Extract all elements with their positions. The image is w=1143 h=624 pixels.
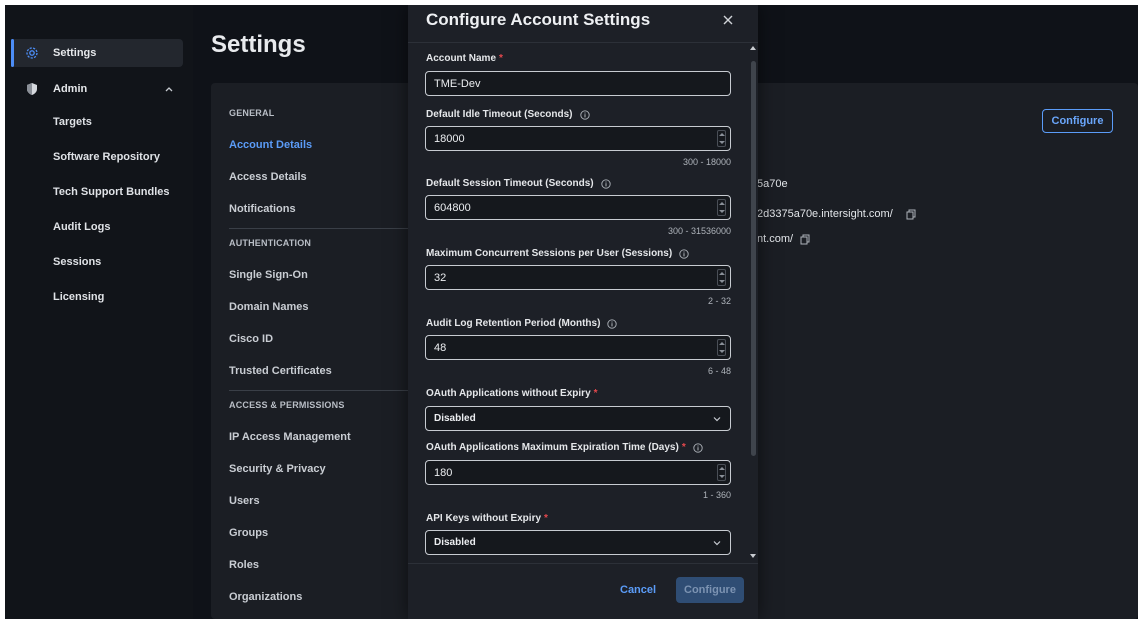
- dialog-body: Account Name * TME-Dev Default Idle Timeo…: [408, 42, 758, 564]
- nav-item-account-details[interactable]: Account Details: [229, 139, 312, 151]
- nav-item-trusted-certificates[interactable]: Trusted Certificates: [229, 365, 332, 377]
- app-window: Settings Admin Targets Software Reposito…: [5, 5, 1138, 619]
- number-stepper[interactable]: [717, 199, 726, 216]
- sidebar-item-sessions[interactable]: Sessions: [53, 256, 101, 268]
- nav-item-roles[interactable]: Roles: [229, 559, 259, 571]
- shield-icon: [27, 83, 37, 95]
- max-sessions-label: Maximum Concurrent Sessions per User (Se…: [426, 248, 689, 259]
- api-keys-no-expiry-label: API Keys without Expiry *: [426, 513, 548, 524]
- copy-icon[interactable]: [800, 234, 810, 245]
- oauth-no-expiry-label: OAuth Applications without Expiry *: [426, 388, 598, 399]
- nav-section-authentication: AUTHENTICATION: [229, 238, 312, 248]
- nav-divider: [229, 228, 409, 229]
- configure-button[interactable]: Configure: [1042, 109, 1113, 133]
- nav-item-domain-names[interactable]: Domain Names: [229, 301, 308, 313]
- sidebar-item-admin[interactable]: Admin: [11, 75, 183, 103]
- oauth-max-exp-range: 1 - 360: [702, 490, 731, 500]
- idle-timeout-input[interactable]: 18000: [425, 126, 731, 151]
- chevron-down-icon: [713, 417, 721, 422]
- number-stepper[interactable]: [717, 339, 726, 356]
- oauth-max-exp-label: OAuth Applications Maximum Expiration Ti…: [426, 442, 703, 453]
- configure-submit-button[interactable]: Configure: [676, 577, 744, 603]
- nav-item-single-sign-on[interactable]: Single Sign-On: [229, 269, 308, 281]
- number-stepper[interactable]: [717, 130, 726, 147]
- oauth-no-expiry-select[interactable]: Disabled: [425, 406, 731, 431]
- info-icon[interactable]: [600, 178, 611, 189]
- account-name-input[interactable]: TME-Dev: [425, 71, 731, 96]
- sidebar-item-settings[interactable]: Settings: [11, 39, 183, 67]
- sidebar-item-tech-support-bundles[interactable]: Tech Support Bundles: [53, 186, 170, 198]
- required-marker: *: [593, 388, 598, 399]
- session-timeout-label: Default Session Timeout (Seconds): [426, 178, 611, 189]
- cancel-button[interactable]: Cancel: [620, 584, 656, 596]
- login-url-value: nt.com/: [757, 233, 794, 245]
- chevron-down-icon: [713, 541, 721, 546]
- scroll-up-arrow[interactable]: [750, 46, 756, 50]
- number-stepper[interactable]: [717, 464, 726, 481]
- audit-retention-input[interactable]: 48: [425, 335, 731, 360]
- nav-item-users[interactable]: Users: [229, 495, 260, 507]
- api-keys-no-expiry-select[interactable]: Disabled: [425, 530, 731, 555]
- copy-icon[interactable]: [906, 209, 916, 220]
- scroll-down-arrow[interactable]: [750, 554, 756, 558]
- sidebar-item-label: Settings: [53, 47, 97, 59]
- nav-item-access-details[interactable]: Access Details: [229, 171, 307, 183]
- audit-retention-label: Audit Log Retention Period (Months): [426, 318, 618, 329]
- nav-section-access-permissions: ACCESS & PERMISSIONS: [229, 400, 345, 410]
- nav-item-organizations[interactable]: Organizations: [229, 591, 302, 603]
- info-icon[interactable]: [607, 318, 618, 329]
- configure-account-dialog: Configure Account Settings Account Name *…: [408, 5, 758, 619]
- sidebar-item-audit-logs[interactable]: Audit Logs: [53, 221, 110, 233]
- info-icon[interactable]: [693, 442, 703, 453]
- info-icon[interactable]: [679, 248, 689, 259]
- number-stepper[interactable]: [717, 269, 726, 286]
- required-marker: *: [499, 53, 503, 64]
- page-title: Settings: [211, 31, 306, 58]
- sidebar-item-software-repository[interactable]: Software Repository: [53, 151, 160, 163]
- max-sessions-range: 2 - 32: [707, 296, 731, 306]
- oauth-max-exp-input[interactable]: 180: [425, 460, 731, 485]
- session-timeout-input[interactable]: 604800: [425, 195, 731, 220]
- idle-timeout-label: Default Idle Timeout (Seconds): [426, 109, 590, 120]
- account-url-value: 2d3375a70e.intersight.com/: [757, 208, 893, 220]
- account-name-label: Account Name *: [426, 53, 503, 64]
- gear-icon: [26, 47, 38, 59]
- nav-item-cisco-id[interactable]: Cisco ID: [229, 333, 273, 345]
- nav-item-groups[interactable]: Groups: [229, 527, 268, 539]
- info-icon[interactable]: [579, 109, 590, 120]
- chevron-up-icon[interactable]: [163, 83, 175, 95]
- required-marker: *: [544, 513, 548, 524]
- account-id-value: 5a70e: [757, 178, 788, 190]
- nav-item-notifications[interactable]: Notifications: [229, 203, 296, 215]
- session-timeout-range: 300 - 31536000: [667, 226, 731, 236]
- nav-item-ip-access-management[interactable]: IP Access Management: [229, 431, 351, 443]
- max-sessions-input[interactable]: 32: [425, 265, 731, 290]
- close-icon[interactable]: [722, 14, 734, 26]
- nav-item-security-privacy[interactable]: Security & Privacy: [229, 463, 326, 475]
- required-marker: *: [681, 442, 686, 453]
- sidebar-item-targets[interactable]: Targets: [53, 116, 92, 128]
- sidebar: Settings Admin Targets Software Reposito…: [5, 5, 193, 619]
- audit-retention-range: 6 - 48: [707, 366, 731, 376]
- sidebar-item-label: Admin: [53, 83, 88, 95]
- dialog-title: Configure Account Settings: [426, 10, 651, 29]
- idle-timeout-range: 300 - 18000: [682, 157, 731, 167]
- nav-section-general: GENERAL: [229, 108, 275, 118]
- scrollbar-thumb[interactable]: [751, 61, 756, 456]
- nav-divider: [229, 390, 409, 391]
- sidebar-item-licensing[interactable]: Licensing: [53, 291, 104, 303]
